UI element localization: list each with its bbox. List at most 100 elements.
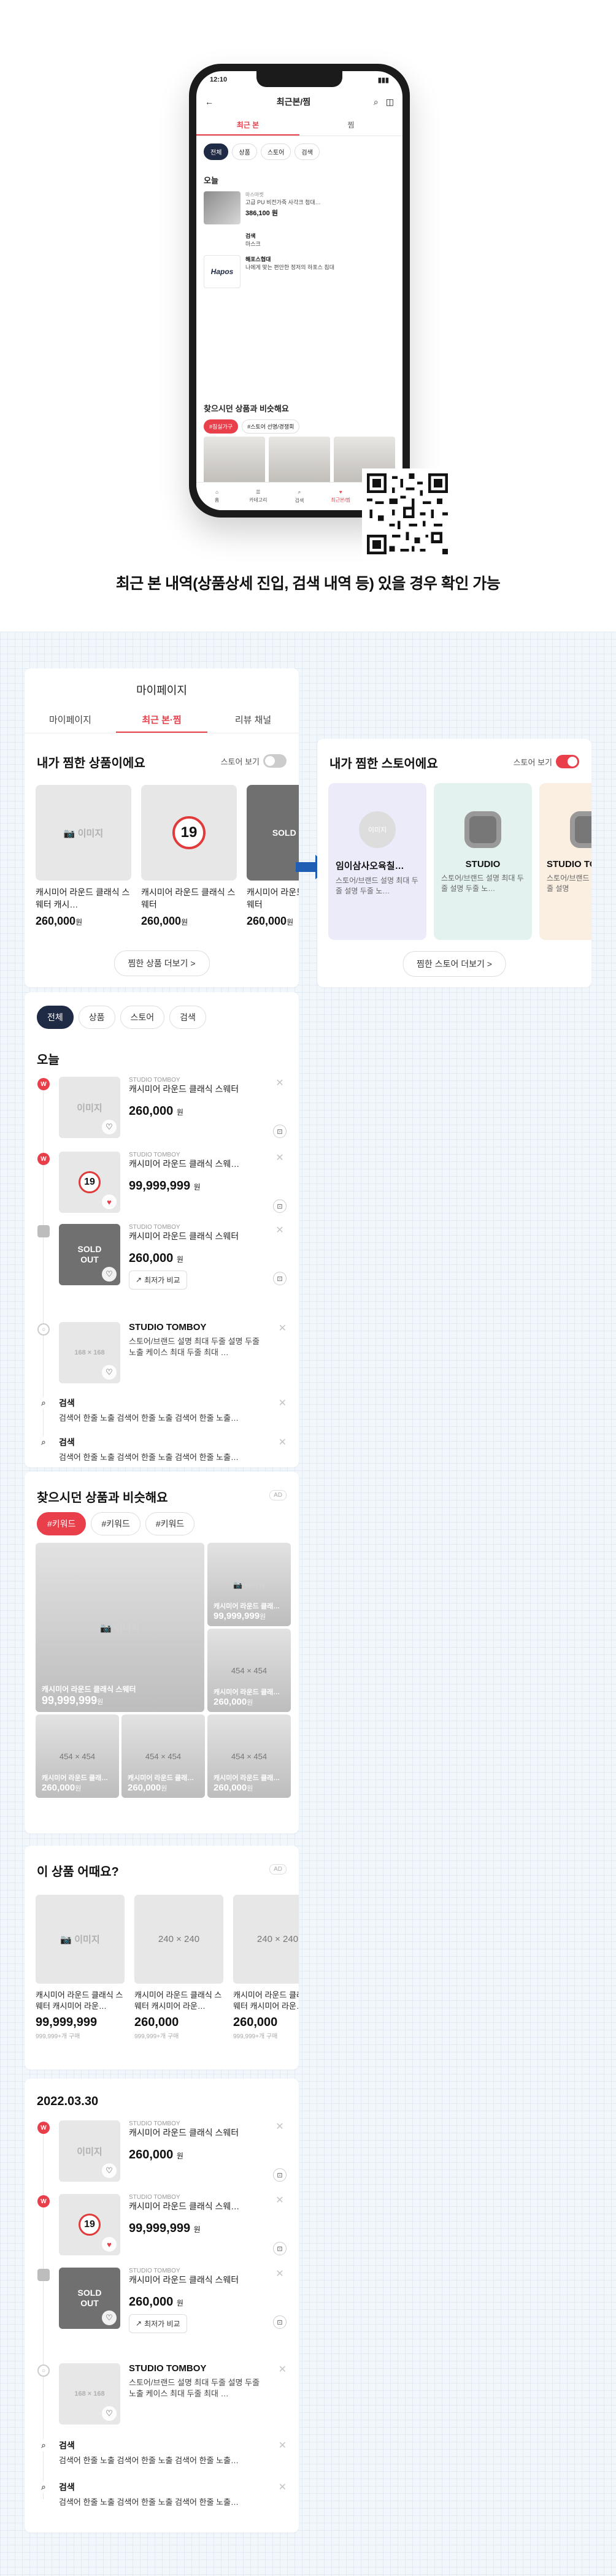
heart-icon[interactable]: ♥ <box>102 2237 117 2252</box>
phone-store-row[interactable]: Hapos 해포스협대 나에게 맞는 편안한 정저의 하포스 침대 <box>204 255 395 288</box>
suggest-product-card[interactable]: 📷 이미지 캐시미어 라운드 클래식 스웨터 캐시미어 라운… 99,999,9… <box>36 1895 125 2040</box>
more-wish-stores-button[interactable]: 찜한 스토어 더보기 > <box>402 951 506 977</box>
history-search-row[interactable]: 검색 검색어 한줄 노출 검색어 한줄 노출 검색어 한줄 노출… ✕ <box>59 1436 287 1462</box>
history-store-row[interactable]: 168 × 168 ♡ STUDIO TOMBOY 스토어/브랜드 설명 최대 두… <box>59 1322 287 1383</box>
similar-tile[interactable]: 454 × 454 캐시미어 라운드 클래… 260,000원 <box>207 1629 291 1712</box>
heart-icon[interactable]: ♡ <box>102 2163 117 2178</box>
history-search-row[interactable]: 검색 검색어 한줄 노출 검색어 한줄 노출 검색어 한줄 노출… ✕ <box>59 2481 287 2507</box>
similar-tile[interactable]: 454 × 454 캐시미어 라운드 클래… 260,000원 <box>207 1714 291 1798</box>
wish-product-card[interactable]: 19 캐시미어 라운드 클래식 스웨터 260,000원 <box>141 785 237 928</box>
tab-recent-wish[interactable]: 최근 본·찜 <box>116 709 207 733</box>
nav-category[interactable]: ☰ 카테고리 <box>237 483 279 510</box>
price-unit: 원 <box>260 1613 266 1621</box>
product-price: 99,999,999원 <box>42 1694 136 1707</box>
bag-icon[interactable]: ⊡ <box>273 2168 287 2182</box>
back-arrow-icon[interactable]: ← <box>205 97 214 107</box>
keyword-chip[interactable]: #키워드 <box>37 1512 87 1535</box>
bag-icon[interactable]: ⊡ <box>273 1199 287 1213</box>
bag-icon[interactable]: ⊡ <box>273 1125 287 1138</box>
chip-search[interactable]: 검색 <box>295 143 320 160</box>
wish-store-list: 이미지 임이삼사오육칠… 스토어/브랜드 설명 최대 두줄 설명 두줄 노… S… <box>328 783 591 940</box>
phone-header: ← 최근본/찜 ⌕ ◫ <box>196 90 402 114</box>
similar-tile[interactable]: 📷 이미지 캐시미어 라운드 클래… 99,999,999원 <box>207 1543 291 1626</box>
chip-all[interactable]: 전체 <box>37 1006 74 1029</box>
heart-icon[interactable]: ♡ <box>102 2310 117 2325</box>
store-card[interactable]: 이미지 임이삼사오육칠… 스토어/브랜드 설명 최대 두줄 설명 두줄 노… <box>328 783 426 940</box>
history-product-row[interactable]: SOLD OUT ♡ STUDIO TOMBOY 캐시미어 라운드 클래식 스웨터 … <box>59 2268 287 2333</box>
bag-icon[interactable]: ◫ <box>386 97 394 107</box>
history-product-row[interactable]: 19 ♥ STUDIO TOMBOY 캐시미어 라운드 클래식 스웨… 99,99… <box>59 1152 287 1213</box>
nav-search[interactable]: ⌕ 검색 <box>279 483 320 510</box>
heart-icon[interactable]: ♡ <box>102 1267 117 1282</box>
close-icon[interactable]: ✕ <box>279 1397 287 1409</box>
similar-tile[interactable]: 454 × 454 캐시미어 라운드 클래… 260,000원 <box>121 1714 205 1798</box>
suggest-product-card[interactable]: 240 × 240 캐시미어 라운드 클래식 스웨터 캐시미어 라운… 260,… <box>233 1895 299 2040</box>
nav-home[interactable]: ⌂ 홈 <box>196 483 237 510</box>
tab-review-channel[interactable]: 리뷰 채널 <box>207 709 299 733</box>
product-price: 99,999,999 <box>36 2016 98 2029</box>
keyword-chip[interactable]: #키워드 <box>145 1512 195 1535</box>
history-product-row[interactable]: SOLD OUT ♡ STUDIO TOMBOY 캐시미어 라운드 클래식 스웨터 … <box>59 1224 287 1290</box>
close-icon[interactable]: ✕ <box>279 2363 287 2375</box>
similar-big-tile[interactable]: 📷 이미지 캐시미어 라운드 클래식 스웨터 99,999,999원 <box>36 1543 204 1712</box>
phone-tag[interactable]: #스토어 선명/경쟁회 <box>242 419 300 434</box>
history-product-row[interactable]: 이미지 ♡ STUDIO TOMBOY 캐시미어 라운드 클래식 스웨터 260,… <box>59 2120 287 2182</box>
history-search-row[interactable]: 검색 검색어 한줄 노출 검색어 한줄 노출 검색어 한줄 노출… ✕ <box>59 1397 287 1423</box>
suggest-product-card[interactable]: 240 × 240 캐시미어 라운드 클래식 스웨터 캐시미어 라운… 260,… <box>134 1895 223 2040</box>
heart-icon[interactable]: ♡ <box>102 1365 117 1380</box>
phone-search-row[interactable]: 검색 마스크 <box>204 232 395 248</box>
similar-tile[interactable]: 454 × 454 캐시미어 라운드 클래… 260,000원 <box>36 1714 119 1798</box>
chip-store[interactable]: 스토어 <box>260 143 291 160</box>
compare-lowest-price-button[interactable]: ↗ 최저가 비교 <box>129 1270 187 1290</box>
close-icon[interactable]: ✕ <box>279 2439 287 2452</box>
tab-mypage[interactable]: 마이페이지 <box>25 709 116 733</box>
toggle-switch[interactable] <box>263 754 287 768</box>
wish-product-card[interactable]: SOLD OUT 캐시미어 라운드 클래식 스웨터 260,000원 <box>247 785 299 928</box>
chip-store[interactable]: 스토어 <box>120 1006 165 1029</box>
bag-icon[interactable]: ⊡ <box>273 2242 287 2255</box>
history-product-row[interactable]: 이미지 ♡ STUDIO TOMBOY 캐시미어 라운드 클래식 스웨터 260,… <box>59 1077 287 1138</box>
heart-icon[interactable]: ♡ <box>102 1120 117 1134</box>
keyword-chip[interactable]: #키워드 <box>91 1512 141 1535</box>
tab-wish[interactable]: 찜 <box>299 115 402 136</box>
price-value: 260,000 <box>129 2295 174 2309</box>
history-search-row[interactable]: 검색 검색어 한줄 노출 검색어 한줄 노출 검색어 한줄 노출… ✕ <box>59 2439 287 2466</box>
close-icon[interactable]: ✕ <box>279 1322 287 1334</box>
history-store-row[interactable]: 168 × 168 ♡ STUDIO TOMBOY 스토어/브랜드 설명 최대 두… <box>59 2363 287 2425</box>
close-icon[interactable]: ✕ <box>275 2194 283 2206</box>
close-icon[interactable]: ✕ <box>279 2481 287 2493</box>
bag-icon[interactable]: ⊡ <box>273 1272 287 1285</box>
tab-recent[interactable]: 최근 본 <box>196 115 299 136</box>
product-price: 260,000 <box>134 2016 179 2029</box>
nav-recent[interactable]: ♥ 최근본/찜 <box>320 483 361 510</box>
wish-product-card[interactable]: 📷 이미지 캐시미어 라운드 클래식 스웨터 캐시… 260,000원 <box>36 785 131 928</box>
price-unit: 원 <box>181 918 188 927</box>
close-icon[interactable]: ✕ <box>275 1077 283 1089</box>
chip-product[interactable]: 상품 <box>78 1006 115 1029</box>
heart-icon[interactable]: ♥ <box>102 1194 117 1209</box>
close-icon[interactable]: ✕ <box>275 1224 283 1236</box>
store-card[interactable]: STUDIO TO 스토어/브랜드 설명 최대 두줄 설명 <box>539 783 591 940</box>
close-icon[interactable]: ✕ <box>275 2268 283 2280</box>
close-icon[interactable]: ✕ <box>279 1436 287 1448</box>
bag-icon[interactable]: ⊡ <box>273 2315 287 2329</box>
store-card[interactable]: STUDIO 스토어/브랜드 설명 최대 두줄 설명 두줄 노… <box>434 783 532 940</box>
search-icon[interactable]: ⌕ <box>374 97 379 107</box>
close-icon[interactable]: ✕ <box>275 2120 283 2133</box>
ad-badge: AD <box>269 1864 287 1875</box>
phone-tag[interactable]: #침실가구 <box>204 419 239 434</box>
more-wish-products-button[interactable]: 찜한 상품 더보기 > <box>114 950 210 976</box>
toggle-switch[interactable] <box>556 755 579 768</box>
phone-product-row[interactable]: 마스마켓 고급 PU 비전가죽 사각크 첨대… 386,100 원 <box>204 191 395 224</box>
chip-search[interactable]: 검색 <box>169 1006 206 1029</box>
compare-lowest-price-button[interactable]: ↗ 최저가 비교 <box>129 2314 187 2333</box>
chip-all[interactable]: 전체 <box>204 143 229 160</box>
heart-icon[interactable]: ♡ <box>102 2406 117 2421</box>
history-product-row[interactable]: 19 ♥ STUDIO TOMBOY 캐시미어 라운드 클래식 스웨… 99,99… <box>59 2194 287 2255</box>
price-value: 260,000 <box>214 1783 247 1793</box>
chip-product[interactable]: 상품 <box>232 143 257 160</box>
store-view-toggle[interactable]: 스토어 보기 <box>514 755 579 768</box>
product-price: 260,000원 <box>42 1783 108 1793</box>
store-view-toggle[interactable]: 스토어 보기 <box>221 754 287 768</box>
close-icon[interactable]: ✕ <box>275 1152 283 1164</box>
